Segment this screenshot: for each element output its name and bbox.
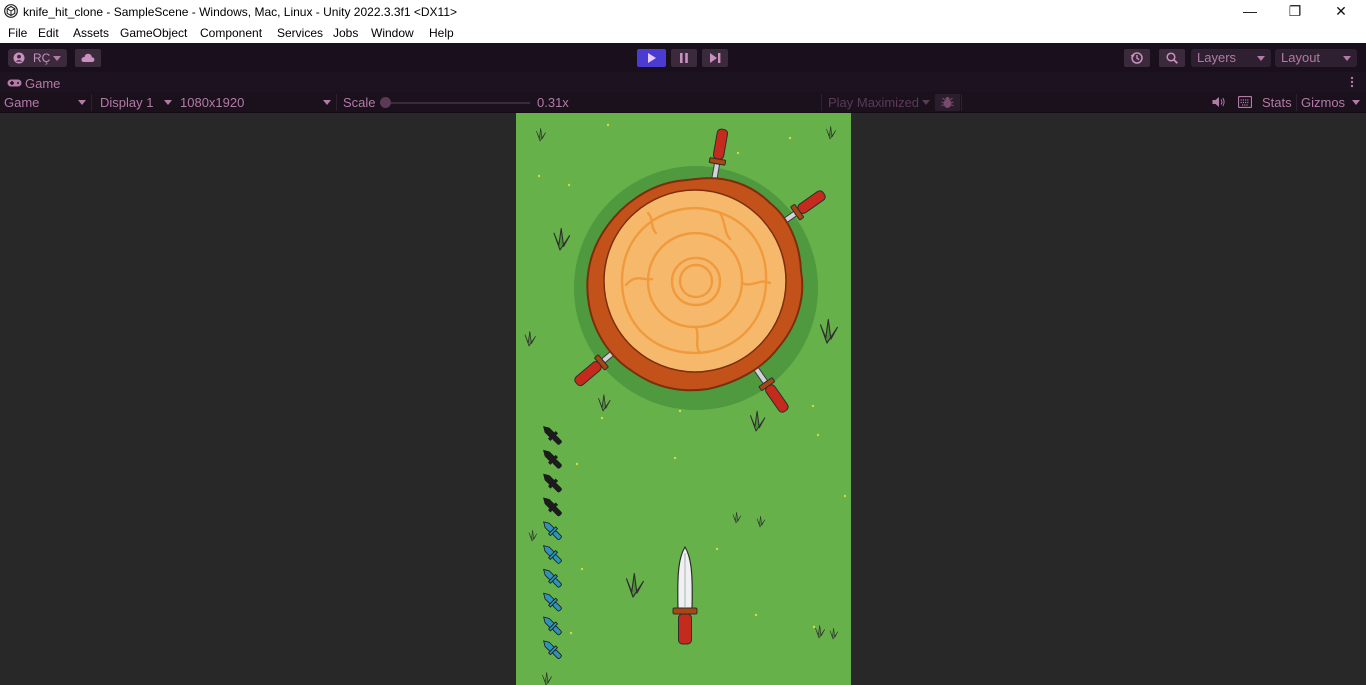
account-icon bbox=[13, 52, 25, 64]
knife-icon-used bbox=[539, 494, 565, 519]
undo-history-button[interactable] bbox=[1124, 49, 1150, 67]
stats-button[interactable]: Stats bbox=[1262, 95, 1292, 110]
player-knife bbox=[672, 545, 698, 645]
game-view-toolbar: Game Display 1 1080x1920 Scale 0.31x Pla… bbox=[0, 92, 1366, 113]
search-button[interactable] bbox=[1159, 49, 1185, 67]
menu-services[interactable]: Services bbox=[277, 26, 323, 40]
knife-icon-used bbox=[539, 470, 565, 495]
chevron-down-icon bbox=[1352, 100, 1360, 105]
layers-label: Layers bbox=[1197, 50, 1237, 65]
menu-component[interactable]: Component bbox=[200, 26, 262, 40]
chevron-down-icon bbox=[323, 100, 331, 105]
play-mode-dropdown[interactable]: Play Maximized bbox=[828, 95, 919, 110]
menu-window[interactable]: Window bbox=[371, 26, 414, 40]
knife-icon-available bbox=[539, 517, 565, 543]
knife-icon-available bbox=[539, 636, 565, 662]
knife-icon-used bbox=[539, 446, 565, 472]
pause-button[interactable] bbox=[671, 49, 697, 67]
knife-icon-used bbox=[539, 422, 565, 448]
resolution-dropdown[interactable]: 1080x1920 bbox=[180, 95, 244, 110]
cloud-button[interactable] bbox=[75, 49, 101, 67]
history-icon bbox=[1130, 52, 1143, 64]
cloud-icon bbox=[81, 53, 95, 62]
scale-label: Scale bbox=[343, 95, 376, 110]
bug-icon bbox=[941, 97, 954, 108]
play-icon bbox=[648, 53, 656, 63]
separator bbox=[1296, 94, 1297, 111]
tab-game[interactable]: Game bbox=[25, 76, 60, 91]
chevron-down-icon bbox=[53, 56, 61, 61]
separator bbox=[336, 94, 337, 111]
game-view bbox=[0, 113, 1366, 685]
account-dropdown[interactable]: RÇ bbox=[8, 49, 67, 67]
gamepad-icon bbox=[7, 79, 22, 87]
menu-assets[interactable]: Assets bbox=[73, 26, 109, 40]
chevron-down-icon bbox=[1343, 56, 1351, 61]
scale-slider-track[interactable] bbox=[385, 102, 530, 104]
search-icon bbox=[1166, 52, 1178, 64]
layout-label: Layout bbox=[1281, 50, 1321, 65]
maximize-button[interactable]: ❐ bbox=[1272, 0, 1318, 22]
scale-value: 0.31x bbox=[537, 95, 569, 110]
separator bbox=[821, 94, 822, 111]
window-title: knife_hit_clone - SampleScene - Windows,… bbox=[23, 5, 458, 19]
view-mode-dropdown[interactable]: Game bbox=[4, 95, 39, 110]
unity-logo-icon bbox=[4, 4, 18, 18]
account-label: RÇ bbox=[33, 51, 51, 65]
separator bbox=[91, 94, 92, 111]
knife-icon-available bbox=[539, 565, 565, 591]
step-icon bbox=[710, 53, 721, 63]
step-button[interactable] bbox=[702, 49, 728, 67]
game-scene bbox=[524, 123, 847, 685]
layers-dropdown[interactable]: Layers bbox=[1191, 49, 1271, 67]
audio-icon[interactable] bbox=[1212, 96, 1225, 108]
more-options-icon[interactable] bbox=[1349, 76, 1355, 88]
chevron-down-icon bbox=[922, 100, 930, 105]
separator bbox=[961, 94, 962, 111]
scale-slider-thumb[interactable] bbox=[380, 97, 391, 108]
knife-counter bbox=[539, 422, 565, 662]
chevron-down-icon bbox=[1257, 56, 1265, 61]
knife-icon-available bbox=[539, 613, 565, 638]
gizmos-button[interactable]: Gizmos bbox=[1301, 95, 1345, 110]
game-canvas[interactable] bbox=[516, 113, 851, 685]
menu-jobs[interactable]: Jobs bbox=[333, 26, 358, 40]
menu-gameobject[interactable]: GameObject bbox=[120, 26, 187, 40]
play-button[interactable] bbox=[637, 49, 666, 67]
menu-help[interactable]: Help bbox=[429, 26, 454, 40]
display-dropdown[interactable]: Display 1 bbox=[100, 95, 153, 110]
menu-file[interactable]: File bbox=[8, 26, 27, 40]
chevron-down-icon bbox=[78, 100, 86, 105]
chevron-down-icon bbox=[164, 100, 172, 105]
keyboard-icon[interactable] bbox=[1238, 96, 1252, 108]
layout-dropdown[interactable]: Layout bbox=[1275, 49, 1357, 67]
title-bar: knife_hit_clone - SampleScene - Windows,… bbox=[0, 0, 1366, 23]
menu-bar: File Edit Assets GameObject Component Se… bbox=[0, 23, 1366, 43]
frame-debugger-button[interactable] bbox=[935, 94, 960, 111]
main-toolbar: RÇ Layers Layout bbox=[0, 43, 1366, 72]
close-button[interactable]: ✕ bbox=[1318, 0, 1364, 22]
menu-edit[interactable]: Edit bbox=[38, 26, 59, 40]
pause-icon bbox=[680, 53, 688, 63]
log-target bbox=[570, 127, 829, 416]
knife-icon-available bbox=[539, 541, 565, 567]
minimize-button[interactable]: — bbox=[1227, 0, 1273, 22]
knife-icon-available bbox=[539, 589, 565, 614]
game-tab-bar: Game bbox=[0, 72, 1366, 92]
